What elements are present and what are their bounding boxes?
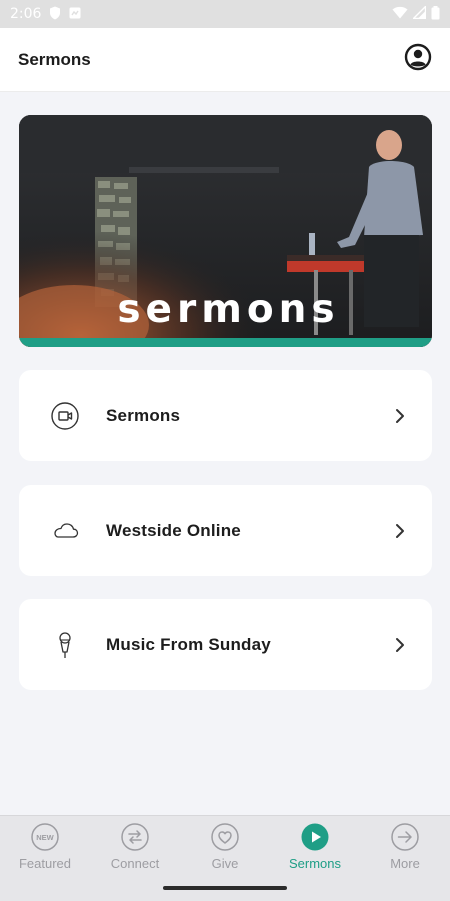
chevron-right-icon [392, 637, 408, 653]
hero-accent-strip [19, 338, 432, 347]
play-icon [300, 822, 330, 852]
nav-item-sermons[interactable]: Sermons [270, 822, 360, 876]
cloud-icon [49, 515, 81, 547]
menu-item-sermons[interactable]: Sermons [19, 370, 432, 461]
menu-item-westside-online[interactable]: Westside Online [19, 485, 432, 576]
menu-item-music-from-sunday[interactable]: Music From Sunday [19, 599, 432, 690]
nav-item-connect[interactable]: Connect [90, 822, 180, 876]
status-bar: 2:06 [0, 0, 450, 28]
shield-icon [49, 6, 61, 23]
home-indicator[interactable] [163, 886, 287, 890]
chevron-right-icon [392, 408, 408, 424]
account-icon [404, 43, 432, 76]
microphone-icon [49, 629, 81, 661]
heart-icon [210, 822, 240, 852]
swap-arrows-icon [120, 822, 150, 852]
page-title: Sermons [18, 49, 91, 69]
status-time: 2:06 [10, 6, 42, 22]
nav-label: Connect [110, 856, 160, 871]
app-bar: Sermons [0, 28, 450, 92]
nav-label: More [390, 856, 420, 871]
menu-item-label: Sermons [106, 405, 181, 425]
battery-icon [431, 5, 440, 23]
nav-label: Featured [18, 856, 72, 871]
arrow-right-circle-icon [390, 822, 420, 852]
nav-label: Give [211, 856, 239, 871]
menu-item-label: Music From Sunday [106, 634, 271, 654]
signal-icon [411, 4, 427, 22]
notification-icon [69, 6, 81, 22]
nav-item-more[interactable]: More [360, 822, 450, 876]
nav-item-featured[interactable]: NEW Featured [0, 822, 90, 876]
profile-button[interactable] [404, 43, 432, 76]
bottom-navigation: NEW Featured Connect Give Sermons More [0, 815, 450, 901]
hero-banner[interactable]: sermons [19, 115, 432, 347]
video-camera-icon [49, 400, 81, 432]
chevron-right-icon [392, 523, 408, 539]
menu-item-label: Westside Online [106, 520, 241, 540]
nav-label: Sermons [288, 856, 342, 871]
new-badge-icon: NEW [30, 822, 60, 852]
wifi-icon [392, 6, 408, 22]
nav-item-give[interactable]: Give [180, 822, 270, 876]
new-badge-text: NEW [36, 833, 54, 842]
hero-title: sermons [117, 287, 340, 332]
